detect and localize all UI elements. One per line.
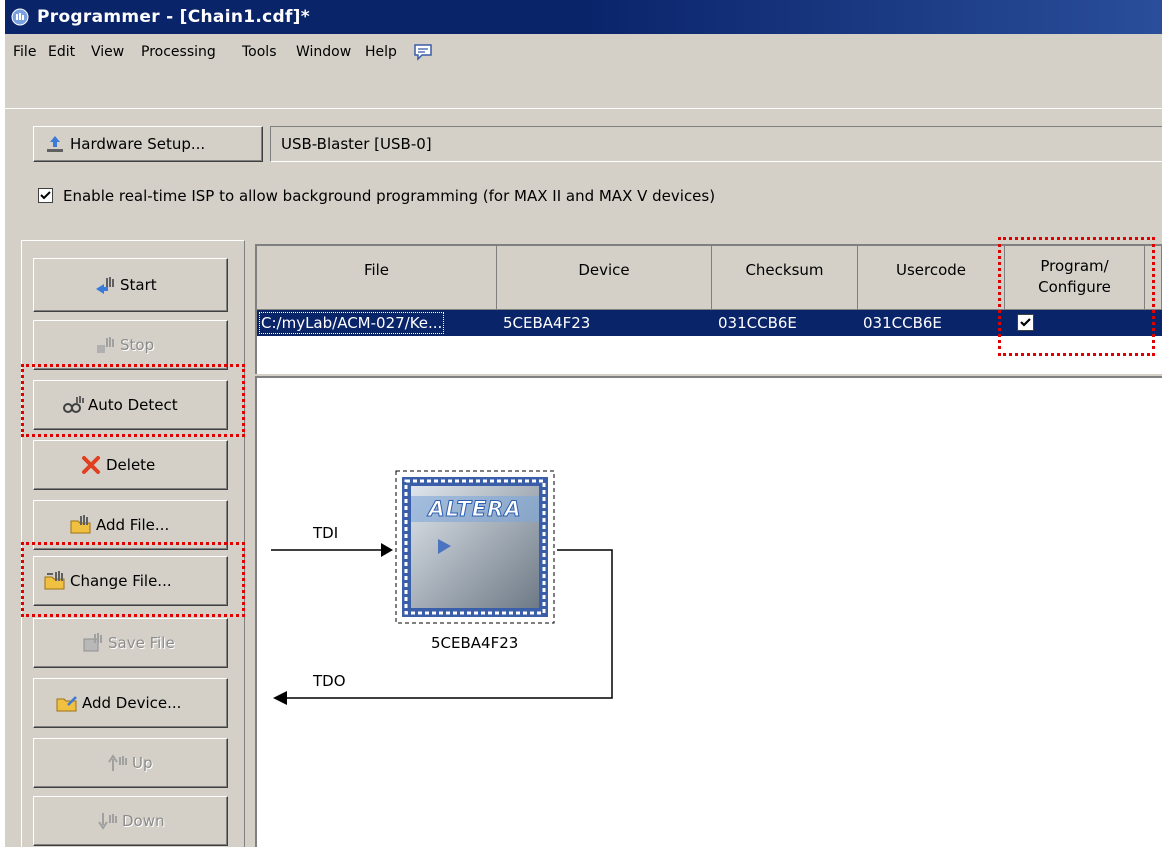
column-header-usercode-label: Usercode [895,261,967,279]
add-file-folder-icon [70,515,91,534]
menu-tools[interactable]: Tools [242,44,277,60]
column-header-program-configure-label: Program/ Configure [1038,257,1111,296]
add-file-label: Add File... [96,516,170,534]
altera-logo: ALTERA [428,497,522,522]
column-header-usercode[interactable]: Usercode [858,246,1005,310]
up-label: Up [132,754,153,772]
hardware-current-value: USB-Blaster [USB-0] [281,135,432,153]
menu-view[interactable]: View [91,44,124,60]
down-arrow-icon [98,813,117,830]
stop-icon [97,337,114,353]
program-configure-checkbox[interactable] [1017,314,1034,331]
menu-file[interactable]: File [13,44,36,60]
hardware-setup-icon [47,136,63,152]
jtag-chain-canvas: TDI TDO ALTERA 5CEBA4F23 [255,376,1162,847]
tdi-arrow-icon [381,543,393,557]
programmer-app-icon [11,8,29,26]
column-header-checksum[interactable]: Checksum [712,246,858,310]
programmer-window: Programmer - [Chain1.cdf]* File Edit Vie… [5,0,1162,847]
device-table: File Device Checksum Usercode Program/ C… [255,244,1162,374]
change-file-label: Change File... [70,572,172,590]
column-header-file-label: File [363,261,390,279]
stop-label: Stop [120,336,155,354]
tdo-label: TDO [313,672,346,690]
tdi-label: TDI [313,524,339,542]
jtag-chain-lines [271,470,613,705]
change-file-folder-icon [44,571,65,590]
column-header-checksum-label: Checksum [745,261,824,279]
column-header-file[interactable]: File [257,246,497,310]
down-label: Down [122,812,165,830]
help-chat-icon[interactable] [413,43,433,61]
window-title: Programmer - [Chain1.cdf]* [37,7,310,27]
save-file-button[interactable]: Save File [33,618,228,668]
hardware-setup-label: Hardware Setup... [70,135,206,153]
title-bar: Programmer - [Chain1.cdf]* [5,0,1162,34]
start-icon [96,277,114,294]
auto-detect-icon [63,396,84,413]
delete-label: Delete [106,456,156,474]
menu-processing[interactable]: Processing [141,44,216,60]
save-file-icon [83,633,102,652]
delete-x-icon [82,456,100,474]
cell-file: C:/myLab/ACM-027/Ke... [258,312,445,334]
change-file-button[interactable]: Change File... [33,556,228,606]
column-header-device[interactable]: Device [497,246,712,310]
add-device-button[interactable]: Add Device... [33,678,228,728]
down-button[interactable]: Down [33,796,228,846]
up-arrow-icon [108,754,127,771]
save-file-label: Save File [108,634,175,652]
hardware-setup-button[interactable]: Hardware Setup... [33,126,263,162]
hardware-current-field: USB-Blaster [USB-0] [270,126,1162,162]
tdo-arrow-icon [273,691,287,705]
add-device-label: Add Device... [82,694,182,712]
checkmark-icon [1020,318,1031,327]
cell-usercode: 031CCB6E [863,314,942,332]
menu-window[interactable]: Window [296,44,351,60]
add-file-button[interactable]: Add File... [33,500,228,550]
start-button[interactable]: Start [33,258,228,312]
auto-detect-button[interactable]: Auto Detect [33,380,228,430]
start-label: Start [120,276,157,294]
menu-edit[interactable]: Edit [48,44,75,60]
add-device-folder-icon [56,696,77,712]
stop-button[interactable]: Stop [33,320,228,370]
chip-device-label: 5CEBA4F23 [431,634,519,652]
table-row[interactable]: C:/myLab/ACM-027/Ke... 5CEBA4F23 031CCB6… [257,310,1162,336]
column-header-device-label: Device [578,261,630,279]
delete-button[interactable]: Delete [33,440,228,490]
checkmark-icon [40,191,51,200]
isp-checkbox[interactable] [38,188,53,203]
cell-device: 5CEBA4F23 [503,314,591,332]
up-button[interactable]: Up [33,738,228,788]
column-header-program-configure[interactable]: Program/ Configure [1005,246,1145,310]
menu-bar: File Edit View Processing Tools Window H… [5,34,1162,70]
isp-label: Enable real-time ISP to allow background… [63,187,716,205]
auto-detect-label: Auto Detect [88,396,178,414]
column-header-filler [1145,246,1162,310]
cell-checksum: 031CCB6E [718,314,797,332]
menu-help[interactable]: Help [365,44,397,60]
